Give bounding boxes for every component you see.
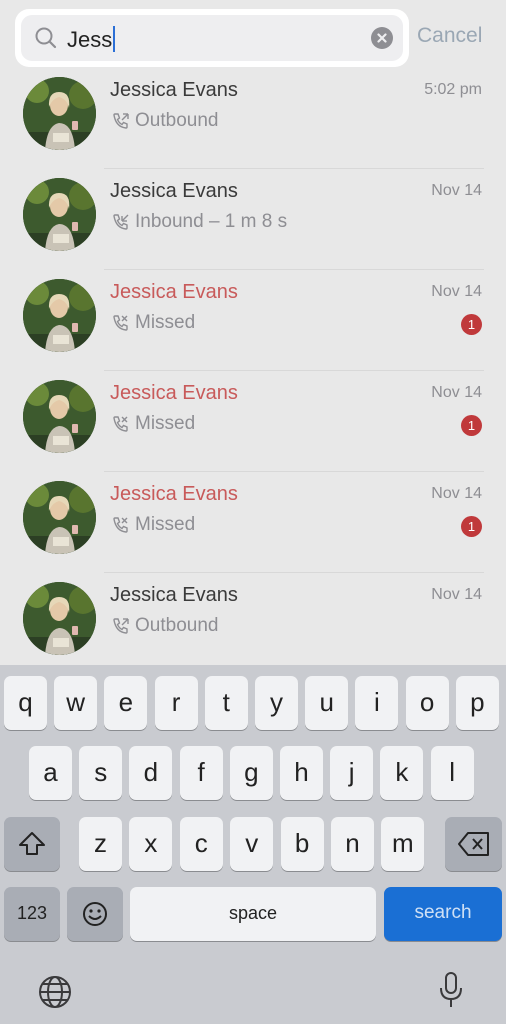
cancel-button[interactable]: Cancel [417, 24, 482, 48]
call-row[interactable]: Jessica Evans Outbound 5:02 pm [0, 67, 506, 168]
row-divider [104, 269, 484, 270]
call-detail: Inbound – 1 m 8 s [110, 211, 287, 233]
search-query-text: Jess [67, 26, 116, 52]
emoji-key[interactable] [67, 887, 123, 941]
missed-count-badge: 1 [461, 415, 482, 436]
text-caret [113, 26, 116, 52]
contact-avatar [23, 582, 96, 655]
numbers-key[interactable]: 123 [4, 887, 60, 941]
key-e[interactable]: e [104, 676, 148, 730]
key-f[interactable]: f [179, 746, 223, 800]
key-d[interactable]: d [129, 746, 173, 800]
call-time: Nov 14 [431, 586, 482, 603]
call-row[interactable]: Jessica Evans Missed Nov 14 1 [0, 370, 506, 471]
key-l[interactable]: l [430, 746, 474, 800]
call-detail: Missed [110, 312, 195, 334]
call-detail: Missed [110, 413, 195, 435]
key-b[interactable]: b [280, 817, 324, 871]
backspace-key[interactable] [445, 817, 502, 871]
contact-name: Jessica Evans [110, 483, 238, 505]
contact-avatar [23, 77, 96, 150]
call-time: Nov 14 [431, 384, 482, 401]
key-v[interactable]: v [230, 817, 274, 871]
call-results-list: Jessica Evans Outbound 5:02 pm Jessica Evan… [0, 67, 506, 665]
search-key[interactable]: search [384, 887, 502, 941]
call-detail-text: Outbound [135, 110, 219, 131]
call-detail: Missed [110, 514, 195, 536]
call-time: Nov 14 [431, 283, 482, 300]
microphone-icon[interactable] [437, 970, 465, 1010]
key-o[interactable]: o [405, 676, 449, 730]
emoji-icon [83, 902, 107, 926]
key-p[interactable]: p [455, 676, 499, 730]
missed-call-icon [113, 416, 128, 432]
key-g[interactable]: g [229, 746, 273, 800]
shift-key[interactable] [4, 817, 60, 871]
contact-name: Jessica Evans [110, 382, 238, 404]
call-row[interactable]: Jessica Evans Missed Nov 14 1 [0, 471, 506, 572]
call-row[interactable]: Jessica Evans Missed Nov 14 1 [0, 269, 506, 370]
key-q[interactable]: q [4, 676, 47, 730]
missed-count-badge: 1 [461, 314, 482, 335]
key-u[interactable]: u [305, 676, 349, 730]
call-detail: Outbound [110, 615, 218, 637]
call-time: 5:02 pm [424, 81, 482, 98]
inbound-call-icon [113, 214, 129, 230]
contact-name: Jessica Evans [110, 281, 238, 303]
outbound-call-icon [113, 113, 129, 129]
contact-name: Jessica Evans [110, 180, 238, 202]
call-row[interactable]: Jessica Evans Inbound – 1 m 8 s Nov 14 [0, 168, 506, 269]
key-h[interactable]: h [280, 746, 323, 800]
row-divider [104, 168, 484, 169]
onscreen-keyboard: q w e r t y u i o p a s d f g h j k l z x c v b n m 123 space search [0, 665, 506, 1024]
contact-avatar [23, 178, 96, 251]
contact-name: Jessica Evans [110, 79, 238, 101]
key-c[interactable]: c [179, 817, 223, 871]
key-a[interactable]: a [29, 746, 72, 800]
call-time: Nov 14 [431, 485, 482, 502]
recent-calls-search-screen: Jess Cancel Jessica Evans Outbound 5:02 pm… [0, 0, 506, 1024]
clear-search-icon[interactable] [371, 27, 393, 49]
key-i[interactable]: i [355, 676, 399, 730]
contact-avatar [23, 279, 96, 352]
row-divider [104, 471, 484, 472]
missed-count-badge: 1 [461, 516, 482, 537]
call-time: Nov 14 [431, 182, 482, 199]
call-detail-text: Inbound – 1 m 8 s [135, 211, 288, 232]
search-icon [35, 27, 57, 49]
space-key[interactable]: space [130, 887, 376, 941]
key-j[interactable]: j [330, 746, 374, 800]
key-x[interactable]: x [129, 817, 173, 871]
key-m[interactable]: m [381, 817, 425, 871]
search-bar: Jess [15, 9, 409, 67]
call-detail-text: Outbound [135, 615, 219, 636]
missed-call-icon [113, 517, 128, 533]
key-k[interactable]: k [380, 746, 424, 800]
key-y[interactable]: y [255, 676, 298, 730]
key-r[interactable]: r [154, 676, 198, 730]
call-detail-text: Missed [135, 514, 196, 535]
globe-icon[interactable] [37, 974, 73, 1010]
call-row[interactable]: Jessica Evans Outbound Nov 14 [0, 572, 506, 665]
call-detail-text: Missed [135, 312, 196, 333]
backspace-icon [457, 832, 489, 856]
row-divider [104, 572, 484, 573]
contact-avatar [23, 481, 96, 554]
call-detail-text: Missed [135, 413, 196, 434]
contact-name: Jessica Evans [110, 584, 238, 606]
contact-avatar [23, 380, 96, 453]
row-divider [104, 370, 484, 371]
search-input[interactable]: Jess [21, 15, 403, 61]
key-z[interactable]: z [79, 817, 122, 871]
call-detail: Outbound [110, 110, 218, 132]
key-s[interactable]: s [79, 746, 123, 800]
missed-call-icon [113, 315, 128, 331]
outbound-call-icon [113, 618, 129, 634]
key-n[interactable]: n [331, 817, 374, 871]
key-w[interactable]: w [54, 676, 98, 730]
shift-icon [19, 832, 45, 855]
key-t[interactable]: t [204, 676, 248, 730]
